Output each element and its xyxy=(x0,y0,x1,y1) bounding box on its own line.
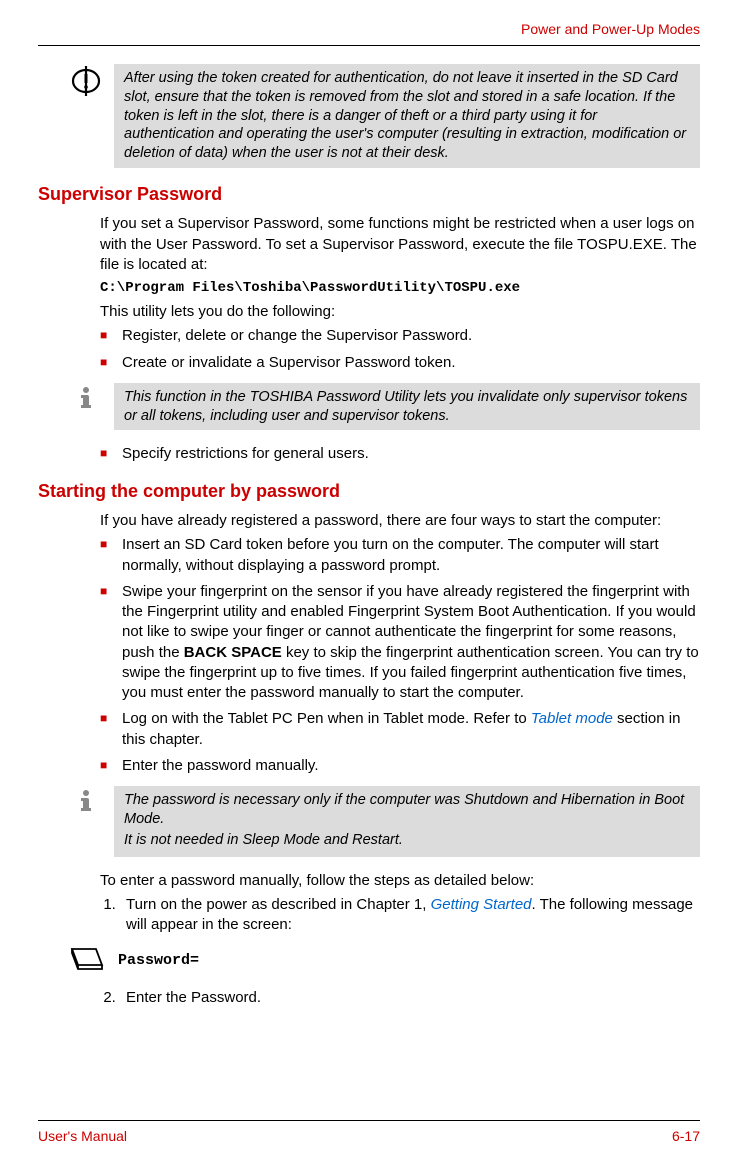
link-tablet-mode[interactable]: Tablet mode xyxy=(531,710,613,727)
list-item: Swipe your fingerprint on the sensor if … xyxy=(100,582,700,704)
password-prompt: Password= xyxy=(118,951,199,971)
warning-callout: After using the token created for authen… xyxy=(68,64,700,168)
screen-prompt: Password= xyxy=(68,945,700,977)
footer-page-number: 6-17 xyxy=(672,1127,700,1146)
list-item: Insert an SD Card token before you turn … xyxy=(100,535,700,576)
heading-supervisor-password: Supervisor Password xyxy=(38,182,700,206)
info-text: This function in the TOSHIBA Password Ut… xyxy=(114,383,700,431)
page-header: Power and Power-Up Modes xyxy=(38,20,700,46)
list-item: Create or invalidate a Supervisor Passwo… xyxy=(100,353,700,373)
info-text: The password is necessary only if the co… xyxy=(124,791,690,829)
info-icon xyxy=(73,788,99,820)
heading-starting-computer: Starting the computer by password xyxy=(38,479,700,503)
paragraph: This utility lets you do the following: xyxy=(100,302,700,322)
footer-left: User's Manual xyxy=(38,1127,127,1146)
paragraph: If you have already registered a passwor… xyxy=(100,511,700,531)
link-getting-started[interactable]: Getting Started xyxy=(431,896,532,913)
list-item: Specify restrictions for general users. xyxy=(100,444,700,464)
list-item: Register, delete or change the Superviso… xyxy=(100,326,700,346)
info-icon xyxy=(73,385,99,417)
file-path: C:\Program Files\Toshiba\PasswordUtility… xyxy=(100,279,700,298)
list-item: Log on with the Tablet PC Pen when in Ta… xyxy=(100,709,700,750)
list-item: Enter the Password. xyxy=(120,988,700,1008)
warning-text: After using the token created for authen… xyxy=(114,64,700,168)
info-callout: This function in the TOSHIBA Password Ut… xyxy=(68,383,700,431)
warning-icon xyxy=(71,66,101,102)
list-item: Enter the password manually. xyxy=(100,756,700,776)
list-item: Turn on the power as described in Chapte… xyxy=(120,895,700,936)
paragraph: If you set a Supervisor Password, some f… xyxy=(100,214,700,275)
info-callout: The password is necessary only if the co… xyxy=(68,786,700,857)
info-text: It is not needed in Sleep Mode and Resta… xyxy=(124,831,690,850)
paragraph: To enter a password manually, follow the… xyxy=(100,871,700,891)
screen-icon xyxy=(68,945,104,977)
